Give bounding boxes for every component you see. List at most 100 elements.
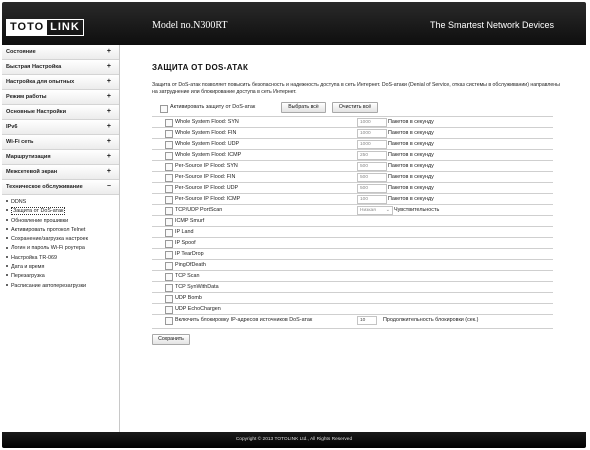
attack-name: IP Spoof [175, 240, 196, 246]
sidebar-item[interactable]: Быстрая Настройка + [2, 60, 119, 75]
dos-settings-table: Whole System Flood: SYN 1000 Пакетов в сек… [152, 116, 553, 329]
bullet-icon [6, 255, 8, 258]
submenu-item[interactable]: Сохранение/загрузка настроек [6, 235, 119, 244]
enable-dos-label: Активировать защиту от DoS-атак [170, 104, 256, 110]
expand-icon[interactable]: + [107, 75, 111, 89]
sensitivity-label: Чувствительность [394, 207, 440, 213]
sidebar-item-label: Маршрутизация [6, 154, 51, 160]
bullet-icon [6, 265, 8, 268]
submenu-item[interactable]: Защита от DoS-атак [6, 207, 119, 216]
attack-checkbox[interactable] [165, 261, 173, 270]
bullet-icon [6, 209, 8, 212]
flood-rate-input[interactable]: 250 [357, 151, 387, 160]
expand-icon[interactable]: + [107, 135, 111, 149]
attack-checkbox[interactable] [165, 217, 173, 226]
bullet-icon [6, 274, 8, 277]
flood-name: Whole System Flood: FIN [175, 130, 237, 136]
flood-checkbox[interactable] [165, 129, 173, 138]
flood-unit: Пакетов в секунду [388, 185, 434, 191]
clear-all-button[interactable]: Очистить всё [332, 102, 378, 113]
sidebar-item[interactable]: Настройка для опытных + [2, 75, 119, 90]
flood-checkbox[interactable] [165, 195, 173, 204]
submenu-item[interactable]: Логин и пароль Wi-Fi роутера [6, 244, 119, 253]
attack-row: IP Land [152, 227, 553, 238]
sidebar-item[interactable]: IPv6 + [2, 120, 119, 135]
expand-icon[interactable]: + [107, 45, 111, 59]
submenu-item[interactable]: Дата и время [6, 263, 119, 272]
expand-icon[interactable]: + [107, 60, 111, 74]
flood-checkbox[interactable] [165, 173, 173, 182]
submenu-item[interactable]: Настройка TR-069 [6, 254, 119, 263]
sidebar-item[interactable]: Состояние + [2, 45, 119, 60]
expand-icon[interactable]: + [107, 90, 111, 104]
sensitivity-select[interactable]: Низкая ⌄ [357, 206, 393, 215]
attack-row: ICMP Smurf [152, 216, 553, 227]
block-duration-input[interactable]: 10 [357, 316, 377, 325]
portscan-checkbox[interactable] [165, 206, 173, 215]
flood-rate-input[interactable]: 1000 [357, 129, 387, 138]
attack-name: UDP EchoChargen [175, 306, 221, 312]
attack-checkbox[interactable] [165, 294, 173, 303]
flood-checkbox[interactable] [165, 140, 173, 149]
flood-checkbox[interactable] [165, 118, 173, 127]
submenu-item-label: Логин и пароль Wi-Fi роутера [11, 245, 85, 252]
flood-name: Per-Source IP Flood: UDP [175, 185, 239, 191]
flood-rate-input[interactable]: 1000 [357, 118, 387, 127]
submenu-item[interactable]: Расписание автоперезагрузки [6, 282, 119, 291]
sensitivity-value: Низкая [360, 208, 376, 213]
submenu-item-label: Дата и время [11, 264, 45, 271]
portscan-name: TCP/UDP PortScan [175, 207, 223, 213]
sidebar-item[interactable]: Основные Настройки + [2, 105, 119, 120]
sidebar-item[interactable]: Межсетевой экран + [2, 165, 119, 180]
block-checkbox[interactable] [165, 316, 173, 325]
expand-icon[interactable]: + [107, 150, 111, 164]
flood-rate-input[interactable]: 1000 [357, 140, 387, 149]
attack-checkbox[interactable] [165, 239, 173, 248]
submenu-item[interactable]: Активировать протокол Telnet [6, 226, 119, 235]
submenu-item-label: Настройка TR-069 [11, 254, 58, 261]
enable-dos-checkbox[interactable] [160, 105, 168, 113]
sidebar-item[interactable]: Режим работы + [2, 90, 119, 105]
attack-checkbox[interactable] [165, 228, 173, 237]
block-name: Включить блокировку IP-адресов источнико… [175, 317, 313, 323]
attack-checkbox[interactable] [165, 305, 173, 314]
flood-row: Whole System Flood: FIN 1000 Пакетов в сек… [152, 128, 553, 139]
select-all-button[interactable]: Выбрать всё [281, 102, 326, 113]
sidebar-item[interactable]: Техническое обслуживание − [2, 180, 119, 195]
expand-icon[interactable]: + [107, 105, 111, 119]
flood-unit: Пакетов в секунду [388, 174, 434, 180]
flood-row: Per-Source IP Flood: ICMP 100 Пакетов в се… [152, 194, 553, 205]
bullet-icon [6, 218, 8, 221]
model-number: Model no.N300RT [152, 20, 228, 31]
attack-checkbox[interactable] [165, 283, 173, 292]
attack-name: UDP Bomb [175, 295, 202, 301]
expand-icon[interactable]: + [107, 165, 111, 179]
collapse-icon[interactable]: − [107, 180, 111, 194]
sidebar-item[interactable]: Wi-Fi сеть + [2, 135, 119, 150]
logo-link: LINK [50, 21, 80, 33]
flood-rate-input[interactable]: 500 [357, 162, 387, 171]
flood-checkbox[interactable] [165, 162, 173, 171]
attack-checkbox[interactable] [165, 272, 173, 281]
flood-checkbox[interactable] [165, 184, 173, 193]
flood-rate-input[interactable]: 500 [357, 184, 387, 193]
flood-unit: Пакетов в секунду [388, 196, 434, 202]
attack-name: IP Land [175, 229, 194, 235]
flood-row: Per-Source IP Flood: SYN 500 Пакетов в сек… [152, 161, 553, 172]
attack-checkbox[interactable] [165, 250, 173, 259]
expand-icon[interactable]: + [107, 120, 111, 134]
submenu-item[interactable]: Перезагрузка [6, 272, 119, 281]
save-button[interactable]: Сохранить [152, 334, 190, 345]
sidebar: Состояние + Быстрая Настройка + Настройка дл… [2, 45, 120, 432]
attack-name: TCP Scan [175, 273, 200, 279]
submenu-item[interactable]: DDNS [6, 198, 119, 207]
flood-rate-input[interactable]: 100 [357, 195, 387, 204]
submenu-item[interactable]: Обновление прошивки [6, 217, 119, 226]
portscan-row: TCP/UDP PortScan Низкая ⌄ Чувствительность [152, 205, 553, 216]
flood-rate-input[interactable]: 500 [357, 173, 387, 182]
block-duration-label: Продолжительность блокировки (сек.) [383, 317, 479, 323]
bullet-icon [6, 237, 8, 240]
sidebar-item[interactable]: Маршрутизация + [2, 150, 119, 165]
attack-name: PingOfDeath [175, 262, 206, 268]
flood-checkbox[interactable] [165, 151, 173, 160]
